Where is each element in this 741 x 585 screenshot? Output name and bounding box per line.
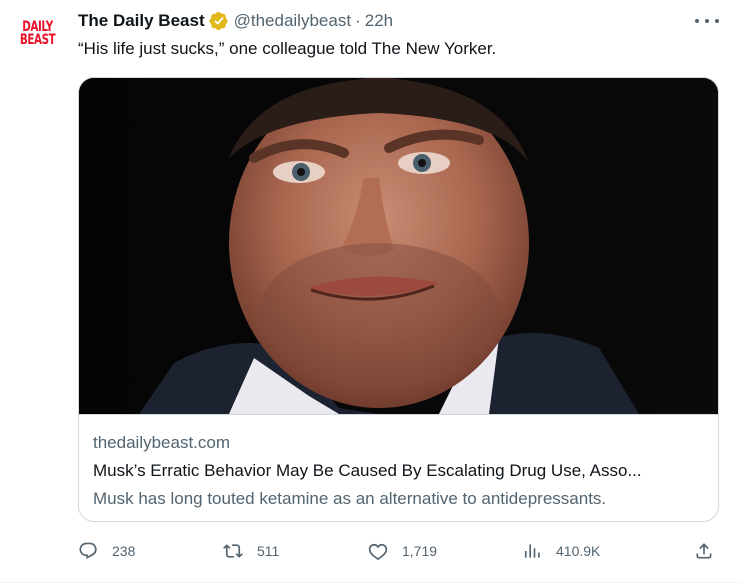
retweet-count: 511	[257, 543, 280, 559]
retweet-icon	[223, 544, 243, 558]
handle[interactable]: @thedailybeast	[234, 11, 351, 31]
reply-count: 238	[112, 543, 136, 559]
card-title: Musk’s Erratic Behavior May Be Caused By…	[93, 461, 642, 480]
more-options-icon[interactable]	[695, 12, 719, 30]
share-icon	[696, 543, 712, 559]
card-body[interactable]: thedailybeast.com Musk’s Erratic Behavio…	[79, 414, 718, 521]
divider	[0, 582, 741, 583]
card-image[interactable]	[79, 78, 718, 414]
heart-icon	[368, 543, 388, 561]
photo-elon-musk-icon	[79, 78, 718, 414]
views-chart-icon	[524, 544, 540, 558]
like-button[interactable]: 1,719	[368, 538, 437, 564]
timestamp[interactable]: 22h	[365, 11, 393, 31]
card-domain: thedailybeast.com	[93, 433, 231, 452]
reply-button[interactable]: 238	[78, 538, 135, 564]
action-bar: 238 511 1,719 410.9K	[78, 538, 718, 564]
tweet-header: The Daily Beast @thedailybeast · 22h	[78, 10, 721, 32]
avatar[interactable]: DAILY BEAST	[14, 10, 62, 58]
views-count: 410.9K	[556, 543, 601, 559]
share-button[interactable]	[694, 538, 714, 564]
retweet-button[interactable]: 511	[223, 538, 279, 564]
views-button[interactable]: 410.9K	[522, 538, 600, 564]
card-description: Musk has long touted ketamine as an alte…	[93, 489, 607, 508]
display-name[interactable]: The Daily Beast	[78, 11, 205, 31]
link-card[interactable]: thedailybeast.com Musk’s Erratic Behavio…	[78, 77, 719, 522]
reply-icon	[79, 542, 97, 559]
like-count: 1,719	[402, 543, 438, 559]
tweet-text: “His life just sucks,” one colleague tol…	[78, 39, 497, 58]
separator-dot: ·	[355, 11, 361, 30]
daily-beast-logo: DAILY BEAST	[20, 19, 56, 48]
verified-badge-icon[interactable]	[209, 11, 229, 31]
